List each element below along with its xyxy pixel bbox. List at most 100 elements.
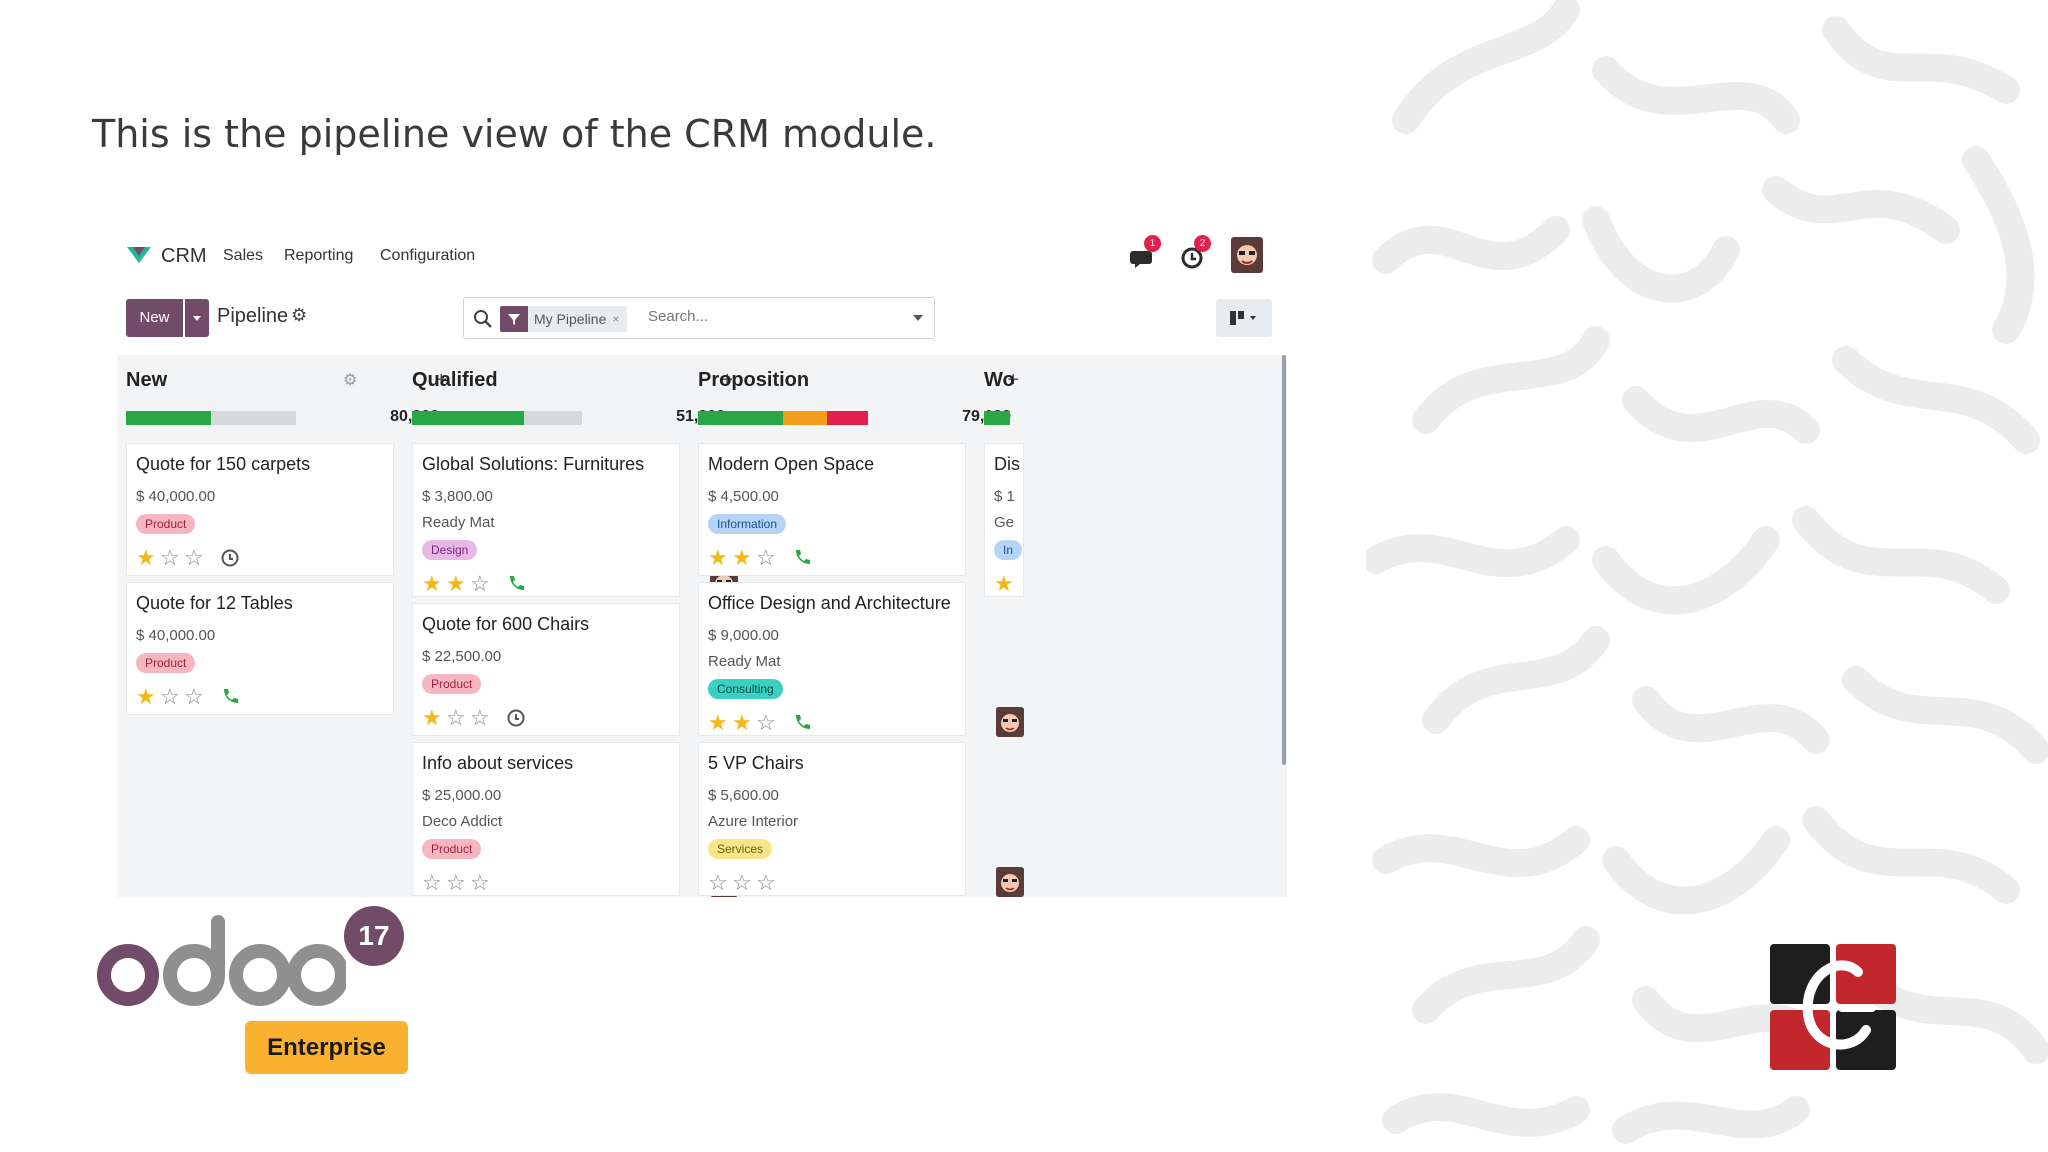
menu-configuration[interactable]: Configuration	[380, 247, 475, 265]
card-amount: $ 22,500.00	[422, 648, 502, 665]
column-gear-icon[interactable]: ⚙	[343, 370, 357, 390]
vertical-scrollbar[interactable]	[1282, 355, 1286, 765]
priority-star-icon[interactable]: ★	[732, 711, 752, 735]
new-button[interactable]: New	[126, 299, 183, 337]
priority-star-icon[interactable]: ☆	[756, 546, 776, 570]
clock-icon[interactable]	[506, 708, 526, 728]
priority-star-icon[interactable]: ★	[732, 546, 752, 570]
company-logo	[1770, 944, 1896, 1070]
column-title: New	[126, 369, 168, 391]
phone-icon[interactable]	[506, 574, 526, 594]
search-icon[interactable]	[472, 308, 494, 330]
priority-star-icon[interactable]: ☆	[732, 871, 752, 895]
column-title: Wo	[984, 369, 1015, 391]
card-tag: Product	[136, 653, 196, 673]
activities-button[interactable]: 2	[1177, 235, 1213, 273]
progress-segment[interactable]	[984, 411, 1010, 425]
card-title: 5 VP Chairs	[708, 753, 804, 773]
priority-star-icon[interactable]: ☆	[184, 685, 204, 709]
card-tag: Product	[422, 674, 482, 694]
kanban-card[interactable]: Info about services $ 25,000.00 Deco Addic…	[412, 742, 738, 897]
priority-star-icon[interactable]: ☆	[470, 706, 490, 730]
priority-star-icon[interactable]: ☆	[184, 546, 204, 570]
progress-segment[interactable]	[698, 411, 783, 425]
priority-star-icon[interactable]: ☆	[756, 871, 776, 895]
column-progress-bar[interactable]	[126, 411, 296, 425]
search-input[interactable]	[648, 308, 888, 325]
card-tag: Consulting	[708, 679, 783, 699]
card-amount: $ 4,500.00	[708, 488, 779, 505]
progress-segment[interactable]	[783, 411, 828, 425]
card-amount: $ 9,000.00	[708, 627, 779, 644]
priority-star-icon[interactable]: ★	[708, 546, 728, 570]
card-title: Modern Open Space	[708, 454, 875, 474]
breadcrumb: Pipeline	[217, 305, 289, 327]
priority-star-icon[interactable]: ★	[708, 711, 728, 735]
user-avatar-icon	[1231, 237, 1263, 273]
odoo-logo	[97, 915, 346, 1006]
kanban-column: Wo Dis $ 1 Ge In ★	[975, 355, 1024, 897]
priority-star-icon[interactable]: ☆	[470, 572, 490, 596]
card-title: Office Design and Architecture	[708, 593, 951, 613]
kanban-card[interactable]: Office Design and Architecture $ 9,000.00…	[698, 582, 1024, 737]
priority-star-icon[interactable]: ☆	[446, 871, 466, 895]
priority-star-icon[interactable]: ☆	[160, 546, 180, 570]
priority-star-icon[interactable]: ☆	[160, 685, 180, 709]
version-badge: 17	[344, 906, 404, 966]
kanban-card[interactable]: Quote for 12 Tables $ 40,000.00 Product ★ ☆ ☆	[126, 582, 452, 715]
priority-star-icon[interactable]: ★	[994, 572, 1014, 596]
card-amount: $ 5,600.00	[708, 787, 779, 804]
priority-star-icon[interactable]: ★	[422, 572, 442, 596]
search-options-toggle[interactable]	[910, 309, 926, 325]
menu-sales[interactable]: Sales	[223, 247, 263, 265]
priority-star-icon[interactable]: ☆	[422, 871, 442, 895]
priority-star-icon[interactable]: ☆	[470, 871, 490, 895]
card-title: Dis	[994, 454, 1020, 474]
top-navbar: CRM Sales Reporting Configuration 1 2	[117, 225, 1287, 289]
column-progress-bar[interactable]	[698, 411, 868, 425]
priority-star-icon[interactable]: ☆	[446, 706, 466, 730]
card-amount: $ 40,000.00	[136, 488, 216, 505]
priority-star-icon[interactable]: ★	[136, 546, 156, 570]
kanban-card[interactable]: Dis $ 1 Ge In ★	[984, 443, 1024, 597]
kanban-card[interactable]: Quote for 600 Chairs $ 22,500.00 Product ★ ☆…	[412, 603, 738, 736]
phone-icon[interactable]	[220, 687, 240, 707]
card-partner: Ge	[994, 514, 1015, 531]
phone-icon[interactable]	[792, 548, 812, 568]
progress-segment[interactable]	[827, 411, 868, 425]
view-switcher[interactable]	[1216, 299, 1272, 337]
progress-segment[interactable]	[412, 411, 525, 425]
card-partner: Azure Interior	[708, 813, 799, 830]
column-title: Proposition	[698, 369, 810, 391]
clock-icon[interactable]	[220, 548, 240, 568]
card-tag: Product	[422, 839, 482, 859]
priority-star-icon[interactable]: ★	[446, 572, 466, 596]
priority-star-icon[interactable]: ☆	[708, 871, 728, 895]
user-menu[interactable]	[1231, 237, 1267, 273]
kanban-board: New+⚙80,000Quote for 150 carpets$ 40,000…	[117, 355, 1287, 897]
kanban-card[interactable]: 5 VP Chairs $ 5,600.00 Azure Interior Servi…	[698, 742, 1024, 897]
card-title: Quote for 12 Tables	[136, 593, 293, 613]
kanban-card[interactable]: Quote for 150 carpets $ 40,000.00 Product ★…	[126, 443, 452, 576]
gear-icon[interactable]: ⚙	[291, 305, 307, 326]
kanban-view-icon	[1230, 311, 1256, 325]
progress-segment[interactable]	[126, 411, 211, 425]
card-partner: Deco Addict	[422, 813, 503, 830]
new-dropdown-toggle[interactable]	[185, 299, 209, 337]
card-amount: $ 1	[994, 488, 1015, 505]
priority-star-icon[interactable]: ☆	[756, 711, 776, 735]
priority-star-icon[interactable]: ★	[422, 706, 442, 730]
phone-icon[interactable]	[792, 713, 812, 733]
app-name[interactable]: CRM	[161, 245, 207, 268]
column-progress-bar[interactable]	[984, 411, 1010, 425]
kanban-card[interactable]: Modern Open Space $ 4,500.00 Information ★ ★…	[698, 443, 1024, 576]
column-progress-bar[interactable]	[412, 411, 582, 425]
facet-remove-icon[interactable]: ×	[612, 312, 627, 326]
messages-badge: 1	[1144, 235, 1161, 252]
kanban-card[interactable]: Global Solutions: Furnitures $ 3,800.00 Re…	[412, 443, 738, 598]
enterprise-badge: Enterprise	[245, 1021, 408, 1074]
card-title: Info about services	[422, 753, 574, 773]
priority-star-icon[interactable]: ★	[136, 685, 156, 709]
menu-reporting[interactable]: Reporting	[284, 247, 353, 265]
messages-button[interactable]: 1	[1127, 235, 1163, 273]
